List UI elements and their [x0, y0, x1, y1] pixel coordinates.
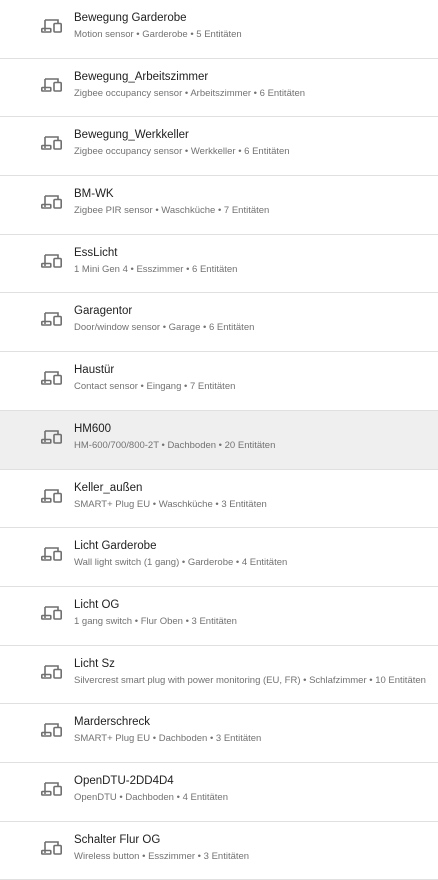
device-row[interactable]: Schalter Flur OG Wireless button • Esszi… [0, 821, 438, 880]
device-subtitle: HM-600/700/800-2T • Dachboden • 20 Entit… [74, 439, 276, 451]
device-title: Licht Sz [74, 657, 115, 670]
devices-icon [41, 369, 63, 387]
devices-icon [41, 76, 63, 94]
device-row[interactable]: Bewegung Garderobe Motion sensor • Garde… [0, 0, 438, 59]
device-subtitle: Contact sensor • Eingang • 7 Entitäten [74, 381, 236, 393]
device-subtitle: Wall light switch (1 gang) • Garderobe •… [74, 557, 288, 569]
device-title: Schalter Flur OG [74, 833, 161, 846]
device-subtitle: Wireless button • Esszimmer • 3 Entitäte… [74, 850, 250, 862]
device-subtitle: OpenDTU • Dachboden • 4 Entitäten [74, 791, 228, 803]
devices-icon [41, 310, 63, 328]
device-row[interactable]: Licht Garderobe Wall light switch (1 gan… [0, 528, 438, 587]
device-title: HM600 [74, 422, 112, 435]
device-title: Licht Garderobe [74, 540, 157, 553]
device-title: Marderschreck [74, 716, 151, 729]
devices-icon [41, 134, 63, 152]
device-title: Bewegung Garderobe [74, 12, 187, 24]
device-subtitle: Zigbee PIR sensor • Waschküche • 7 Entit… [74, 205, 270, 217]
devices-icon [41, 721, 63, 739]
device-subtitle: Zigbee occupancy sensor • Arbeitszimmer … [74, 87, 306, 99]
device-subtitle: Silvercrest smart plug with power monito… [74, 674, 426, 686]
device-row[interactable]: EssLicht 1 Mini Gen 4 • Esszimmer • 6 En… [0, 234, 438, 294]
device-row[interactable]: HM600 HM-600/700/800-2T • Dachboden • 20… [0, 410, 438, 470]
device-row[interactable]: BM-WK Zigbee PIR sensor • Waschküche • 7… [0, 176, 438, 235]
device-row[interactable]: Licht OG 1 gang switch • Flur Oben • 3 E… [0, 586, 438, 646]
devices-icon [41, 252, 63, 270]
devices-icon [41, 839, 63, 857]
device-subtitle: 1 gang switch • Flur Oben • 3 Entitäten [74, 615, 237, 627]
device-title: Bewegung_Arbeitszimmer [74, 70, 209, 83]
devices-icon [41, 545, 63, 563]
device-subtitle: SMART+ Plug EU • Dachboden • 3 Entitäten [74, 733, 262, 745]
device-row[interactable]: Haustür Contact sensor • Eingang • 7 Ent… [0, 352, 438, 411]
device-subtitle: SMART+ Plug EU • Waschküche • 3 Entitäte… [74, 498, 267, 510]
device-list: Bewegung Garderobe Motion sensor • Garde… [0, 0, 438, 880]
devices-icon [41, 780, 63, 798]
device-title: Keller_außen [74, 481, 143, 494]
device-row[interactable]: Garagentor Door/window sensor • Garage •… [0, 293, 438, 353]
devices-icon [41, 604, 63, 622]
device-title: Bewegung_Werkkeller [74, 129, 189, 142]
device-title: Licht OG [74, 598, 120, 611]
device-row[interactable]: Bewegung_Arbeitszimmer Zigbee occupancy … [0, 58, 438, 118]
devices-icon [41, 193, 63, 211]
device-row[interactable]: Bewegung_Werkkeller Zigbee occupancy sen… [0, 117, 438, 177]
device-row[interactable]: Keller_außen SMART+ Plug EU • Waschküche… [0, 469, 438, 529]
device-title: Garagentor [74, 305, 133, 318]
devices-icon [41, 428, 63, 446]
device-subtitle: Door/window sensor • Garage • 6 Entitäte… [74, 322, 255, 334]
device-subtitle: 1 Mini Gen 4 • Esszimmer • 6 Entitäten [74, 263, 238, 275]
device-row[interactable]: Licht Sz Silvercrest smart plug with pow… [0, 645, 438, 705]
device-title: EssLicht [74, 246, 118, 259]
device-subtitle: Motion sensor • Garderobe • 5 Entitäten [74, 29, 242, 40]
devices-icon [41, 487, 63, 505]
devices-icon [41, 663, 63, 681]
device-row[interactable]: OpenDTU-2DD4D4 OpenDTU • Dachboden • 4 E… [0, 762, 438, 822]
devices-icon [41, 17, 63, 35]
device-title: Haustür [74, 364, 115, 377]
device-row[interactable]: Marderschreck SMART+ Plug EU • Dachboden… [0, 704, 438, 763]
device-subtitle: Zigbee occupancy sensor • Werkkeller • 6… [74, 146, 290, 158]
device-title: BM-WK [74, 188, 114, 201]
device-title: OpenDTU-2DD4D4 [74, 774, 174, 787]
